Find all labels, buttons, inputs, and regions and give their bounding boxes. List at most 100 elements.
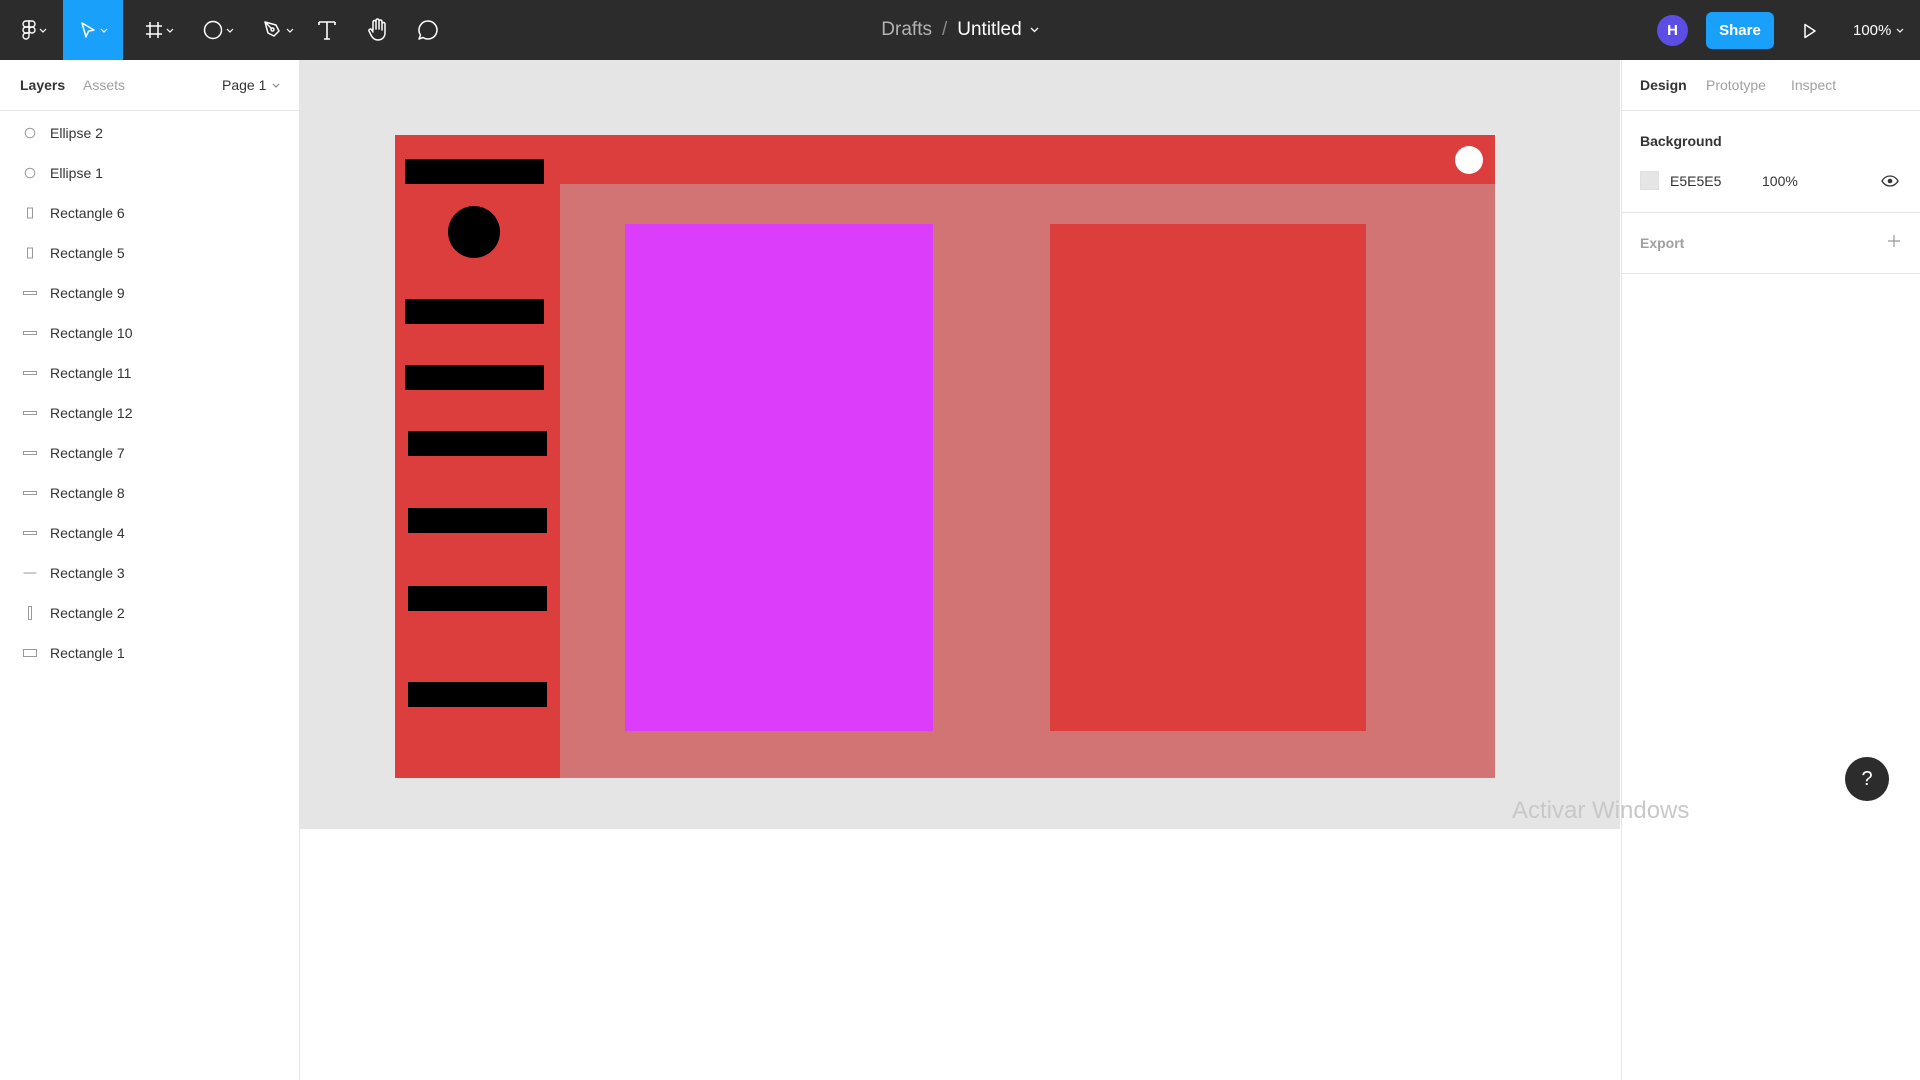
background-color-swatch[interactable] (1640, 171, 1659, 190)
plus-icon (1888, 235, 1900, 247)
file-name[interactable]: Untitled (957, 19, 1021, 41)
sidebar-avatar-ellipse[interactable] (448, 206, 500, 258)
rectangle-bar-icon (23, 286, 37, 300)
ellipse-icon (23, 126, 37, 140)
layer-label: Rectangle 1 (50, 645, 125, 661)
layer-label: Rectangle 11 (50, 365, 132, 381)
magenta-card-rectangle[interactable] (625, 224, 933, 731)
layer-row[interactable]: Rectangle 7 (0, 433, 299, 473)
layer-label: Ellipse 1 (50, 165, 103, 181)
help-button[interactable]: ? (1845, 757, 1889, 801)
ellipse-icon (23, 166, 37, 180)
move-tool-button[interactable] (63, 0, 123, 60)
rectangle-bar-icon (23, 446, 37, 460)
rectangle-vertical-icon (23, 246, 37, 260)
layer-row[interactable]: Ellipse 2 (0, 113, 299, 153)
background-hex-value[interactable]: E5E5E5 (1670, 173, 1721, 189)
export-section: Export (1622, 213, 1920, 274)
layer-row[interactable]: Rectangle 2 (0, 593, 299, 633)
share-button[interactable]: Share (1706, 12, 1774, 49)
left-panel-tabs: Layers Assets Page 1 (0, 60, 299, 111)
layer-row[interactable]: Rectangle 8 (0, 473, 299, 513)
layer-label: Rectangle 10 (50, 325, 133, 341)
hand-tool-button[interactable] (365, 0, 391, 60)
layers-panel: Layers Assets Page 1 Ellipse 2 Ellipse 1… (0, 60, 300, 1080)
windows-activation-watermark: Activar Windows (1512, 797, 1690, 824)
user-avatar[interactable]: H (1657, 15, 1688, 46)
rectangle-bar-icon (23, 406, 37, 420)
tab-layers[interactable]: Layers (20, 77, 65, 93)
breadcrumb-separator: / (941, 19, 948, 40)
chevron-down-icon (100, 28, 107, 33)
layer-row[interactable]: Rectangle 3 (0, 553, 299, 593)
sidebar-bar-rectangle[interactable] (408, 508, 547, 533)
page-selector[interactable]: Page 1 (222, 77, 280, 93)
rectangle-bar-icon (23, 326, 37, 340)
ellipse-tool-icon (203, 20, 222, 40)
add-export-button[interactable] (1884, 231, 1904, 251)
layer-row[interactable]: Rectangle 1 (0, 633, 299, 673)
layer-label: Rectangle 5 (50, 245, 125, 261)
tab-prototype[interactable]: Prototype (1706, 77, 1766, 93)
hand-icon (368, 18, 386, 41)
layer-row[interactable]: Ellipse 1 (0, 153, 299, 193)
chevron-down-icon (1896, 28, 1904, 33)
layer-label: Ellipse 2 (50, 125, 103, 141)
red-card-rectangle[interactable] (1050, 224, 1366, 731)
tab-design[interactable]: Design (1640, 77, 1687, 93)
page-name: Page 1 (222, 77, 267, 93)
rectangle-bar-icon (23, 526, 37, 540)
zoom-level: 100% (1853, 21, 1892, 39)
layer-label: Rectangle 6 (50, 205, 125, 221)
layer-row[interactable]: Rectangle 10 (0, 313, 299, 353)
rectangle-thin-vertical-icon (23, 606, 37, 620)
sidebar-bar-rectangle[interactable] (405, 365, 544, 390)
tab-inspect[interactable]: Inspect (1791, 77, 1836, 93)
frame-tool-button[interactable] (138, 0, 180, 60)
pen-tool-button[interactable] (257, 0, 299, 60)
comment-tool-button[interactable] (416, 0, 440, 60)
layer-label: Rectangle 12 (50, 405, 133, 421)
sidebar-bar-rectangle[interactable] (408, 586, 547, 611)
background-opacity-value[interactable]: 100% (1762, 173, 1798, 189)
breadcrumb-drafts[interactable]: Drafts (881, 19, 932, 41)
layer-row[interactable]: Rectangle 4 (0, 513, 299, 553)
layer-row[interactable]: Rectangle 11 (0, 353, 299, 393)
background-title: Background (1640, 133, 1722, 149)
rectangle-horizontal-icon (23, 646, 37, 660)
layer-label: Rectangle 8 (50, 485, 125, 501)
text-tool-button[interactable] (315, 0, 339, 60)
rectangle-bar-icon (23, 486, 37, 500)
pen-icon (263, 21, 280, 37)
rectangle-line-icon (23, 566, 37, 580)
present-button[interactable] (1797, 18, 1823, 44)
layer-label: Rectangle 4 (50, 525, 125, 541)
layer-row[interactable]: Rectangle 6 (0, 193, 299, 233)
zoom-menu[interactable]: 100% (1853, 0, 1904, 60)
sidebar-bar-rectangle[interactable] (405, 299, 544, 324)
export-title: Export (1640, 235, 1685, 251)
background-section: Background E5E5E5 100% (1622, 111, 1920, 213)
layer-label: Rectangle 3 (50, 565, 125, 581)
main-menu-button[interactable] (14, 0, 54, 60)
header-white-ellipse[interactable] (1455, 146, 1483, 174)
eye-icon (1881, 175, 1899, 187)
sidebar-bar-rectangle[interactable] (408, 431, 547, 456)
text-icon (318, 21, 336, 40)
shape-tool-button[interactable] (197, 0, 239, 60)
tab-assets[interactable]: Assets (83, 77, 125, 93)
rectangle-vertical-icon (23, 206, 37, 220)
chevron-down-icon (39, 28, 46, 33)
cursor-icon (80, 22, 95, 38)
layer-label: Rectangle 2 (50, 605, 125, 621)
layer-row[interactable]: Rectangle 9 (0, 273, 299, 313)
design-panel: Design Prototype Inspect Background E5E5… (1621, 60, 1920, 1080)
sidebar-bar-rectangle[interactable] (405, 159, 544, 184)
layer-row[interactable]: Rectangle 12 (0, 393, 299, 433)
chevron-down-icon (286, 28, 293, 33)
visibility-toggle[interactable] (1880, 171, 1900, 191)
chevron-down-icon[interactable] (1030, 27, 1039, 33)
rectangle-bar-icon (23, 366, 37, 380)
sidebar-bar-rectangle[interactable] (408, 682, 547, 707)
layer-row[interactable]: Rectangle 5 (0, 233, 299, 273)
